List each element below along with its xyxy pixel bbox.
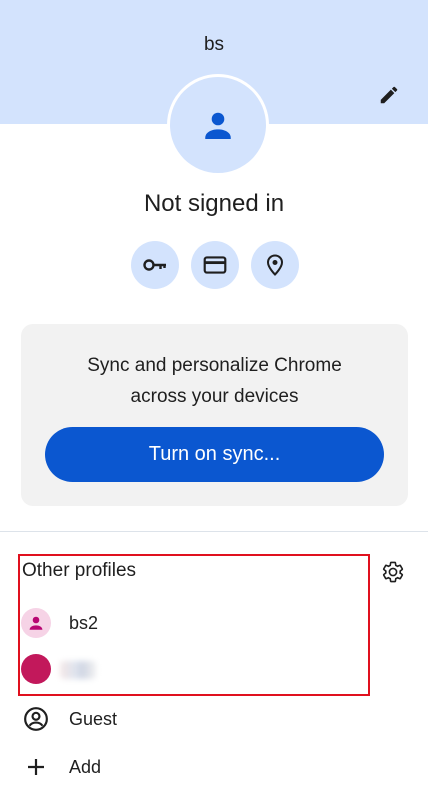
key-icon (143, 259, 166, 271)
payment-methods-button[interactable] (191, 241, 239, 289)
sync-description-line: across your devices (130, 386, 299, 407)
signin-status: Not signed in (143, 190, 285, 217)
passwords-button[interactable] (131, 241, 179, 289)
add-label: Add (69, 757, 102, 777)
highlight-box (18, 554, 370, 696)
addresses-button[interactable] (251, 241, 299, 289)
guest-icon (24, 707, 48, 731)
profile-avatar (167, 74, 269, 176)
turn-on-sync-button[interactable]: Turn on sync... (45, 427, 384, 482)
person-icon (205, 112, 231, 139)
edit-profile-button[interactable] (372, 80, 406, 110)
guest-label: Guest (69, 709, 118, 729)
sync-promo-card: Sync and personalize Chrome across your … (21, 324, 408, 506)
section-divider (0, 531, 428, 532)
add-profile-button[interactable]: Add (0, 745, 428, 789)
sync-description: Sync and personalize Chrome across your … (21, 350, 408, 412)
credit-card-icon (203, 256, 227, 274)
sync-description-line: Sync and personalize Chrome (87, 355, 342, 376)
profile-name: bs (203, 34, 225, 55)
gear-icon (382, 561, 404, 583)
pencil-icon (380, 86, 398, 104)
manage-profiles-button[interactable] (378, 557, 408, 587)
guest-button[interactable]: Guest (0, 697, 428, 741)
location-pin-icon (266, 254, 284, 276)
plus-icon (28, 759, 44, 775)
